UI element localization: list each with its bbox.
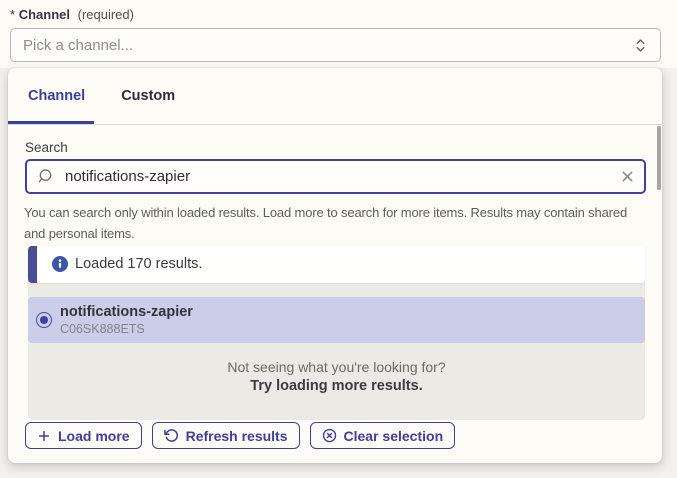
clear-search-icon[interactable] (621, 170, 634, 183)
footer-hint: Try loading more results. (28, 377, 645, 396)
refresh-results-label: Refresh results (186, 428, 288, 444)
scrollbar-thumb[interactable] (657, 126, 661, 190)
select-placeholder: Pick a channel... (23, 37, 633, 54)
refresh-results-button[interactable]: Refresh results (152, 422, 300, 449)
search-helper-text: You can search only within loaded result… (24, 202, 650, 244)
tab-custom-label: Custom (121, 88, 175, 104)
clear-selection-label: Clear selection (344, 428, 444, 444)
clear-selection-button[interactable]: Clear selection (310, 422, 456, 449)
required-note: (required) (78, 7, 134, 22)
page: * Channel (required) Pick a channel... C… (0, 0, 677, 478)
results-list: Loaded 170 results. notifications-zapier… (28, 246, 645, 420)
option-title: notifications-zapier (60, 304, 193, 320)
alert-accent-bar (28, 246, 37, 283)
alert-text: Loaded 170 results. (75, 256, 202, 272)
list-footer-message: Not seeing what you're looking for? Try … (28, 358, 645, 396)
tab-channel[interactable]: Channel (8, 68, 94, 124)
search-icon (37, 168, 54, 185)
plus-icon (37, 429, 51, 443)
loaded-results-alert: Loaded 170 results. (28, 246, 645, 283)
radio-selected-icon[interactable] (36, 312, 52, 328)
channel-dropdown-panel: Channel Custom Search You can (8, 68, 662, 463)
refresh-ccw-icon (164, 428, 179, 443)
load-more-button[interactable]: Load more (25, 422, 142, 449)
footer-question: Not seeing what you're looking for? (28, 358, 645, 377)
tab-custom[interactable]: Custom (121, 68, 175, 124)
option-subtitle: C06SK888ETS (60, 322, 145, 336)
form-field-section: * Channel (required) Pick a channel... (0, 0, 677, 68)
option-row-selected[interactable]: notifications-zapier C06SK888ETS (28, 297, 645, 343)
load-more-label: Load more (58, 428, 130, 444)
info-icon (52, 256, 68, 272)
tab-channel-label: Channel (28, 88, 85, 104)
dropdown-actions: Load more Refresh results (25, 422, 455, 449)
channel-select[interactable]: Pick a channel... (10, 28, 661, 62)
search-label: Search (25, 140, 68, 155)
x-circle-icon (322, 428, 337, 443)
field-label: * Channel (required) (10, 7, 134, 22)
dropdown-tabs: Channel Custom (8, 68, 662, 125)
chevron-up-down-icon (633, 37, 648, 54)
search-input[interactable] (63, 167, 621, 186)
field-name: Channel (19, 7, 70, 22)
required-asterisk: * (10, 7, 15, 22)
search-field (25, 159, 646, 194)
